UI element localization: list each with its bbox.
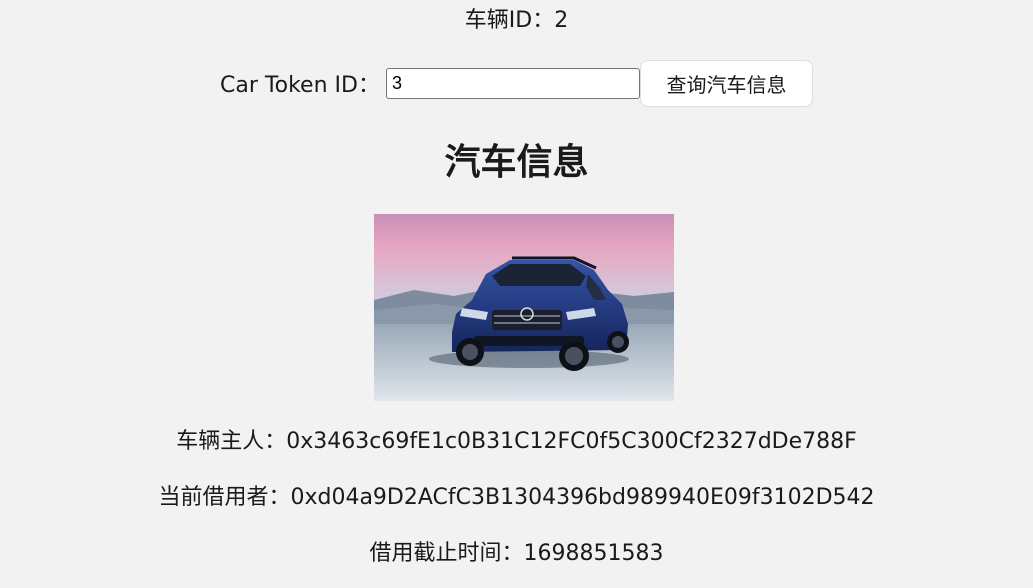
borrower-address: 0xd04a9D2ACfC3B1304396bd989940E09f3102D5…: [290, 485, 875, 510]
car-token-id-input[interactable]: [385, 67, 640, 99]
deadline-value: 1698851583: [523, 541, 664, 566]
vehicle-id-label: 车辆ID：: [464, 8, 555, 33]
car-image: [374, 214, 674, 401]
query-car-info-button[interactable]: 查询汽车信息: [639, 59, 813, 107]
borrower-label: 当前借用者：: [158, 485, 291, 510]
owner-line: 车辆主人：0x3463c69fE1c0B31C12FC0f5C300Cf2327…: [0, 427, 1033, 457]
car-info-title: 汽车信息: [444, 142, 589, 183]
deadline-line: 借用截止时间：1698851583: [0, 539, 1033, 569]
owner-address: 0x3463c69fE1c0B31C12FC0f5C300Cf2327dDe78…: [286, 429, 857, 454]
owner-label: 车辆主人：: [176, 429, 287, 454]
borrower-line: 当前借用者：0xd04a9D2ACfC3B1304396bd989940E09f…: [0, 483, 1033, 513]
vehicle-id-value: 2: [554, 8, 569, 33]
car-token-id-label: Car Token ID：: [220, 73, 380, 98]
vehicle-id-line: 车辆ID：2: [0, 6, 1033, 36]
page: 车辆ID：2 Car Token ID： 查询汽车信息 汽车信息: [0, 0, 1033, 588]
deadline-label: 借用截止时间：: [369, 541, 524, 566]
query-row: Car Token ID： 查询汽车信息: [0, 59, 1033, 107]
